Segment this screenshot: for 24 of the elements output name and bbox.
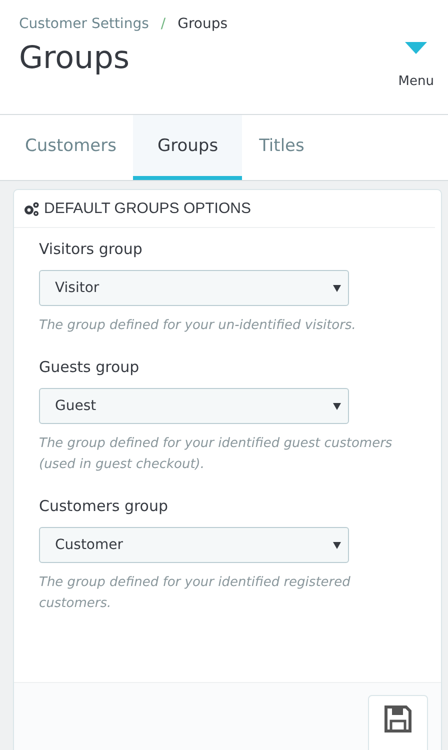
panel-title: DEFAULT GROUPS OPTIONS	[44, 200, 251, 217]
save-button[interactable]	[368, 695, 428, 750]
field-label: Guests group	[39, 358, 140, 376]
field-label: Customers group	[39, 497, 170, 515]
help-text: The group defined for your identified guest customers (used in guest checkout).	[39, 435, 394, 474]
group-select[interactable]: Visitor	[39, 270, 349, 306]
help-text: The group defined for your identified registered customers.	[39, 574, 352, 613]
caret-icon	[405, 42, 428, 54]
caret-icon	[333, 284, 341, 292]
field-label: Visitors group	[39, 240, 144, 258]
caret-icon	[333, 402, 341, 410]
breadcrumb-separator: /	[160, 16, 166, 32]
tab[interactable]: Customers	[8, 115, 134, 180]
tab[interactable]: Groups	[133, 115, 242, 180]
page-title: Groups	[19, 40, 130, 76]
group-select[interactable]: Customer	[39, 527, 349, 563]
caret-icon	[333, 542, 341, 548]
menu-button[interactable]: Menu	[398, 42, 434, 89]
breadcrumb-current: Groups	[178, 16, 228, 32]
help-text: The group defined for your un-identified visitors.	[39, 317, 357, 335]
tab[interactable]: Titles	[242, 115, 322, 180]
breadcrumb-link[interactable]: Customer Settings	[19, 16, 149, 32]
gears-icon	[22, 200, 40, 216]
group-select[interactable]: Guest	[39, 388, 349, 424]
